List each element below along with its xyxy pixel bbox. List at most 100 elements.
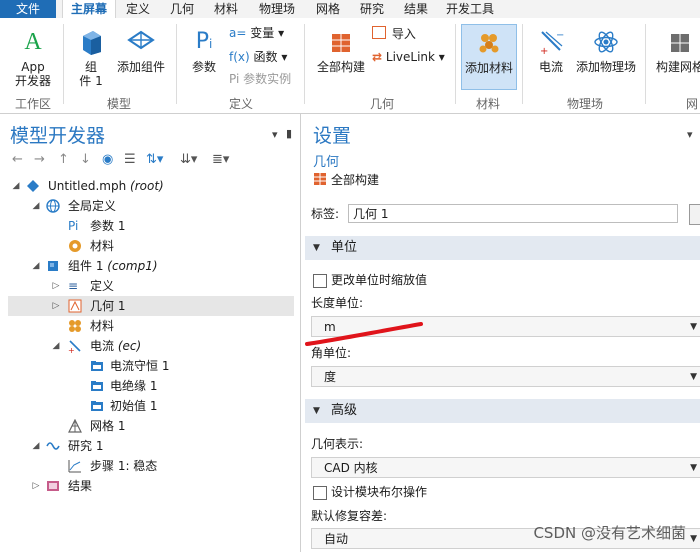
- collapse-caret-icon[interactable]: ◢: [50, 336, 62, 356]
- length-unit-label: 长度单位:: [311, 296, 364, 310]
- show-icon[interactable]: ◉: [102, 152, 113, 167]
- collapse-caret-icon[interactable]: ◢: [30, 196, 42, 216]
- ribbon-separator: [304, 24, 305, 104]
- group-label-physics: 物理场: [566, 97, 603, 111]
- import-button[interactable]: 导入: [372, 26, 416, 41]
- physics-suffix: (ec): [117, 339, 142, 353]
- expand-tree-icon[interactable]: ☰: [124, 152, 136, 167]
- boolean-operations-checkbox[interactable]: [313, 486, 327, 500]
- build-mesh-button[interactable]: 构建网格: [652, 28, 700, 74]
- chevron-down-icon: ▼: [690, 534, 697, 544]
- ribbon-separator: [522, 24, 523, 104]
- collapse-caret-icon[interactable]: ◢: [10, 176, 22, 196]
- collapse-caret-icon[interactable]: ◢: [30, 256, 42, 276]
- label-field[interactable]: 几何 1: [348, 204, 678, 223]
- tree-node-component-materials[interactable]: 材料: [8, 316, 294, 336]
- back-arrow-icon[interactable]: ←: [12, 152, 23, 167]
- tree-node-global-definitions[interactable]: ◢ 全局定义: [8, 196, 294, 216]
- forward-arrow-icon[interactable]: →: [34, 152, 45, 167]
- watermark: CSDN @没有艺术细菌: [533, 524, 686, 542]
- geometry-representation-value: CAD 内核: [324, 461, 378, 475]
- scale-values-label: 更改单位时缩放值: [331, 273, 428, 287]
- tree-node-global-materials[interactable]: 材料: [8, 236, 294, 256]
- menu-definitions[interactable]: 定义: [120, 0, 156, 18]
- functions-button[interactable]: f(x) 函数 ▾: [229, 50, 287, 64]
- add-component-label: 添加组件: [116, 60, 165, 74]
- collapse-caret-icon[interactable]: ◢: [30, 436, 42, 456]
- parameter-instance-button[interactable]: Pi 参数实例: [229, 72, 291, 86]
- tree-node-geometry[interactable]: ▷ 几何 1: [8, 296, 294, 316]
- tree-node-results[interactable]: ▷ 结果: [8, 476, 294, 496]
- folder-node-icon: [91, 381, 103, 391]
- units-section-header[interactable]: ▼ 单位: [305, 236, 700, 260]
- material-icon: [69, 240, 81, 252]
- geometry-representation-select[interactable]: CAD 内核 ▼: [311, 457, 700, 478]
- menu-results[interactable]: 结果: [398, 0, 434, 18]
- scale-values-checkbox[interactable]: [313, 274, 327, 288]
- tree-label: 电流守恒 1: [110, 359, 170, 373]
- advanced-section-title: 高级: [331, 403, 358, 418]
- add-physics-button[interactable]: 添加物理场: [575, 28, 637, 74]
- expand-caret-icon[interactable]: ▷: [50, 296, 62, 316]
- advanced-section-header[interactable]: ▼ 高级: [305, 399, 700, 423]
- panel-menu-icon[interactable]: ▾: [272, 128, 278, 141]
- tree-node-mesh[interactable]: 网格 1: [8, 416, 294, 436]
- parameters-button[interactable]: Pi 参数: [186, 28, 222, 74]
- tree-node-definitions[interactable]: ▷ ≡ 定义: [8, 276, 294, 296]
- up-arrow-icon[interactable]: ↑: [58, 152, 69, 167]
- angle-unit-select[interactable]: 度 ▼: [311, 366, 700, 387]
- parameter-instance-label: 参数实例: [243, 72, 292, 86]
- build-all-link[interactable]: 全部构建: [313, 171, 379, 188]
- pin-icon[interactable]: ▮: [286, 127, 292, 140]
- collapse-tree-icon[interactable]: ⇊▾: [180, 152, 197, 167]
- menu-physics[interactable]: 物理场: [252, 0, 302, 18]
- menu-file[interactable]: 文件: [0, 0, 56, 18]
- electric-currents-label: 电流: [538, 60, 563, 74]
- geometry-representation-label: 几何表示:: [311, 437, 364, 451]
- group-label-definitions: 定义: [228, 97, 253, 111]
- menu-home[interactable]: 主屏幕: [62, 0, 116, 18]
- tree-node-component[interactable]: ◢ 组件 1 (comp1): [8, 256, 294, 276]
- electric-currents-button[interactable]: + − 电流: [530, 28, 572, 74]
- settings-menu-icon[interactable]: ▾: [687, 128, 693, 141]
- component-button[interactable]: 组 件 1: [70, 28, 112, 88]
- menu-geometry[interactable]: 几何: [164, 0, 200, 18]
- repair-tolerance-label: 默认修复容差:: [311, 509, 388, 523]
- ribbon-separator: [176, 24, 177, 104]
- expand-caret-icon[interactable]: ▷: [30, 476, 42, 496]
- tree-node-electric-insulation[interactable]: 电绝缘 1: [8, 376, 294, 396]
- tree-node-electric-currents[interactable]: ◢ + 电流 (ec): [8, 336, 294, 356]
- tree-node-study-step[interactable]: 步骤 1: 稳态: [8, 456, 294, 476]
- add-physics-label: 添加物理场: [575, 60, 636, 74]
- menu-study[interactable]: 研究: [354, 0, 390, 18]
- add-material-button[interactable]: 添加材料: [461, 24, 517, 90]
- livelink-button[interactable]: ⇄ LiveLink ▾: [372, 50, 445, 64]
- group-label-mesh: 网: [685, 97, 698, 111]
- sort-icon[interactable]: ⇅▾: [146, 152, 163, 167]
- variables-button[interactable]: a= 变量 ▾: [229, 26, 284, 40]
- tree-node-parameters[interactable]: Pi 参数 1: [8, 216, 294, 236]
- tree-label: 几何 1: [90, 299, 126, 313]
- menu-materials[interactable]: 材料: [208, 0, 244, 18]
- tree-label: 电绝缘 1: [110, 379, 158, 393]
- group-label-model: 模型: [106, 97, 131, 111]
- tree-node-initial-values[interactable]: 初始值 1: [8, 396, 294, 416]
- svg-text:+: +: [540, 46, 548, 56]
- variables-label: 变量: [250, 26, 275, 40]
- down-arrow-icon[interactable]: ↓: [80, 152, 91, 167]
- menu-developer[interactable]: 开发工具: [442, 0, 498, 18]
- expand-caret-icon[interactable]: ▷: [50, 276, 62, 296]
- tree-node-root[interactable]: ◢ Untitled.mph (root): [8, 176, 294, 196]
- add-component-button[interactable]: 添加组件: [114, 28, 168, 74]
- tree-label: 步骤 1: 稳态: [90, 459, 158, 473]
- tree-node-current-conservation[interactable]: 电流守恒 1: [8, 356, 294, 376]
- list-icon[interactable]: ≣▾: [212, 152, 229, 167]
- app-builder-button[interactable]: A App 开发器: [8, 28, 58, 88]
- group-label-workspace: 工作区: [14, 97, 51, 111]
- component-label: 组件 1: [68, 259, 104, 273]
- reset-label-button[interactable]: [689, 204, 700, 225]
- build-all-button[interactable]: 全部构建: [312, 28, 370, 74]
- functions-label: 函数: [253, 50, 278, 64]
- menu-mesh[interactable]: 网格: [310, 0, 346, 18]
- tree-node-study[interactable]: ◢ 研究 1: [8, 436, 294, 456]
